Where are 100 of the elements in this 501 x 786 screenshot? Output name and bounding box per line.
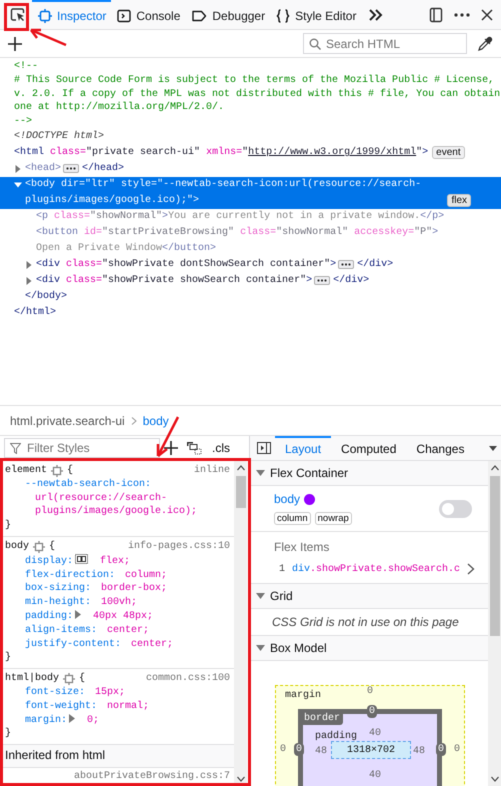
section-header[interactable]: Grid <box>250 584 488 609</box>
rule-source[interactable]: aboutPrivateBrowsing.css:7 <box>74 770 230 784</box>
dropdown-icon[interactable] <box>489 446 497 450</box>
css-property[interactable]: flex-direction: <box>25 570 116 581</box>
css-property[interactable]: font-weight: <box>25 700 98 712</box>
tool-tab[interactable]: Debugger <box>185 0 270 29</box>
more-button[interactable] <box>314 276 330 285</box>
box-value[interactable]: 0 <box>454 744 460 755</box>
rule-source[interactable]: info-pages.css:10 <box>128 540 230 554</box>
box-value[interactable]: 40 <box>369 770 382 781</box>
markup-node[interactable]: <html class="private search-ui" xmlns="http://www.w3.org/1999/xhtml"> <box>14 144 428 161</box>
css-property[interactable]: justify-content: <box>25 638 122 650</box>
rule-source[interactable]: inline <box>194 464 230 478</box>
box-value[interactable]: 40 <box>369 728 382 739</box>
section-header[interactable]: Flex Container <box>250 461 488 486</box>
add-icon[interactable] <box>8 36 22 50</box>
box-value[interactable]: 0 <box>280 744 286 755</box>
closing-tag: </body> <box>25 288 68 305</box>
collapsed-arrow-icon[interactable] <box>25 260 33 269</box>
eyedropper-icon[interactable] <box>477 36 493 52</box>
breadcrumb[interactable]: body <box>142 414 169 428</box>
chevrons-icon[interactable] <box>368 8 384 22</box>
markup-node[interactable]: <div class="showPrivate dontShowSearch container"> <box>36 256 336 273</box>
css-value[interactable]: url(resource://search-plugins/images/google.ico); <box>29 492 230 520</box>
css-value[interactable]: center; <box>125 638 174 652</box>
box-value[interactable]: 0 <box>294 743 304 756</box>
toggle-switch[interactable] <box>439 500 472 518</box>
markup-node[interactable]: <head> <box>25 160 62 177</box>
pseudo-class-icon[interactable] <box>186 441 202 455</box>
css-property[interactable]: padding: <box>25 610 74 622</box>
scroll-down-icon[interactable] <box>236 776 244 782</box>
box-value[interactable]: 0 <box>367 705 378 718</box>
scrollbar[interactable] <box>234 461 247 786</box>
css-property[interactable]: display: <box>25 556 74 567</box>
sidebar-tab[interactable]: Computed <box>331 436 406 460</box>
box-value[interactable]: 48 <box>315 746 328 757</box>
css-property[interactable]: font-size: <box>25 686 86 698</box>
sidebar-toggle-icon[interactable] <box>257 442 271 454</box>
expanded-arrow-icon[interactable] <box>14 180 22 189</box>
css-property[interactable]: --newtab-search-icon: <box>25 478 152 490</box>
rule-source[interactable]: common.css:100 <box>146 672 230 686</box>
highlighter-icon[interactable] <box>63 673 76 686</box>
markup-node[interactable]: <p class="showNormal">You are currently not in a private window.</p> <box>36 208 444 225</box>
content-box[interactable]: 1318×702 <box>331 741 411 759</box>
highlighter-icon[interactable] <box>33 540 46 553</box>
collapsed-arrow-icon[interactable] <box>14 164 22 173</box>
highlighter-icon[interactable] <box>51 464 64 477</box>
box-value[interactable]: 48 <box>412 746 425 757</box>
markup-badge[interactable]: event <box>432 146 465 159</box>
more-button[interactable] <box>338 260 354 269</box>
scrollbar-thumb[interactable] <box>490 476 500 636</box>
color-dot[interactable] <box>304 494 316 504</box>
element-link[interactable]: body <box>274 492 300 506</box>
dock-icon[interactable] <box>429 6 443 22</box>
chevron-icon[interactable] <box>467 563 476 575</box>
collapsed-arrow-icon[interactable] <box>25 276 33 285</box>
css-value[interactable]: 40px 48px; <box>87 610 154 624</box>
scroll-up-icon[interactable] <box>490 465 498 471</box>
css-value[interactable]: 0; <box>81 714 100 728</box>
css-property[interactable]: min-height: <box>25 597 92 608</box>
element-picker-icon[interactable] <box>10 6 26 22</box>
tool-tab[interactable]: Style Editor <box>270 0 362 29</box>
markup-node[interactable]: <div class="showPrivate showSearch container"> <box>36 272 312 289</box>
search-field[interactable]: Search HTML <box>303 33 467 54</box>
close-icon[interactable] <box>481 8 493 20</box>
section-header[interactable]: Box Model <box>250 636 488 661</box>
menu-icon[interactable] <box>454 12 470 16</box>
css-value[interactable]: 15px; <box>89 686 126 700</box>
selected-node-row[interactable]: <body dir="ltr" style="--newtab-search-icon:url(resource://search-plugins/images/google.ico);"> flex <box>0 176 501 209</box>
css-value[interactable]: 100vh; <box>95 596 138 610</box>
css-property[interactable]: box-sizing: <box>25 583 92 594</box>
filter-field[interactable]: Filter Styles <box>4 438 160 458</box>
scroll-up-icon[interactable] <box>236 465 244 471</box>
css-value[interactable]: column; <box>119 568 168 582</box>
css-value[interactable]: center; <box>101 624 150 638</box>
markup-node[interactable]: <button id="startPrivateBrowsing" class="showNormal" accesskey="P"> Open a Private Window</button> <box>36 224 471 257</box>
flexbox-icon[interactable] <box>75 554 88 564</box>
tool-tab[interactable]: Console <box>111 0 186 29</box>
css-value[interactable]: flex; <box>94 554 130 569</box>
box-value[interactable]: 0 <box>436 743 446 756</box>
breadcrumb[interactable]: html.private.search-ui <box>10 414 125 428</box>
scroll-down-icon[interactable] <box>490 776 498 782</box>
more-button[interactable] <box>63 164 80 173</box>
scrollbar[interactable] <box>488 461 501 786</box>
tool-tab[interactable]: Inspector <box>32 0 112 29</box>
box-value[interactable]: 0 <box>367 686 374 697</box>
css-value[interactable]: border-box; <box>95 582 168 596</box>
sidebar-tab[interactable]: Changes <box>406 436 474 460</box>
scrollbar-thumb[interactable] <box>236 476 246 508</box>
flex-item-link[interactable]: div.showPrivate.showSearch.c <box>292 564 460 574</box>
expand-arrow-icon[interactable] <box>69 714 76 723</box>
css-property[interactable]: align-items: <box>25 624 98 636</box>
add-icon[interactable] <box>164 441 178 455</box>
css-value[interactable]: normal; <box>101 700 150 714</box>
cls-button[interactable]: .cls <box>212 441 230 455</box>
markup-badge[interactable]: flex <box>447 194 471 207</box>
comment-line: one at http://mozilla.org/MPL/2.0/. <box>14 101 224 116</box>
markup-node[interactable]: <body dir="ltr" style="--newtab-search-icon:url(resource://search-plugins/images/google.ico);"> <box>25 176 444 209</box>
css-property[interactable]: margin: <box>25 714 68 726</box>
expand-arrow-icon[interactable] <box>75 610 82 619</box>
